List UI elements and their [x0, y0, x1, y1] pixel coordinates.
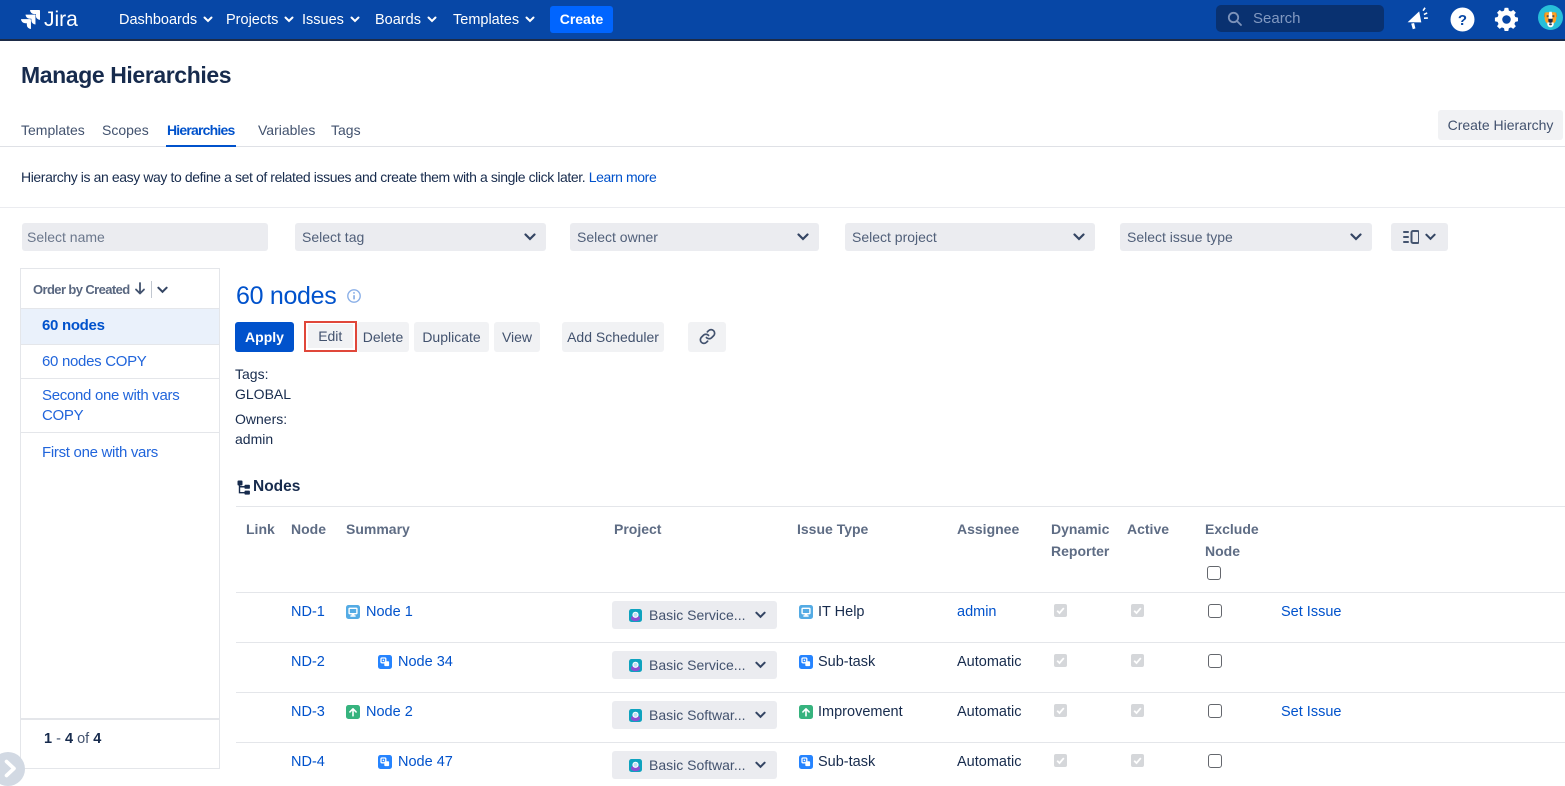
svg-text:?: ?	[1458, 12, 1467, 29]
